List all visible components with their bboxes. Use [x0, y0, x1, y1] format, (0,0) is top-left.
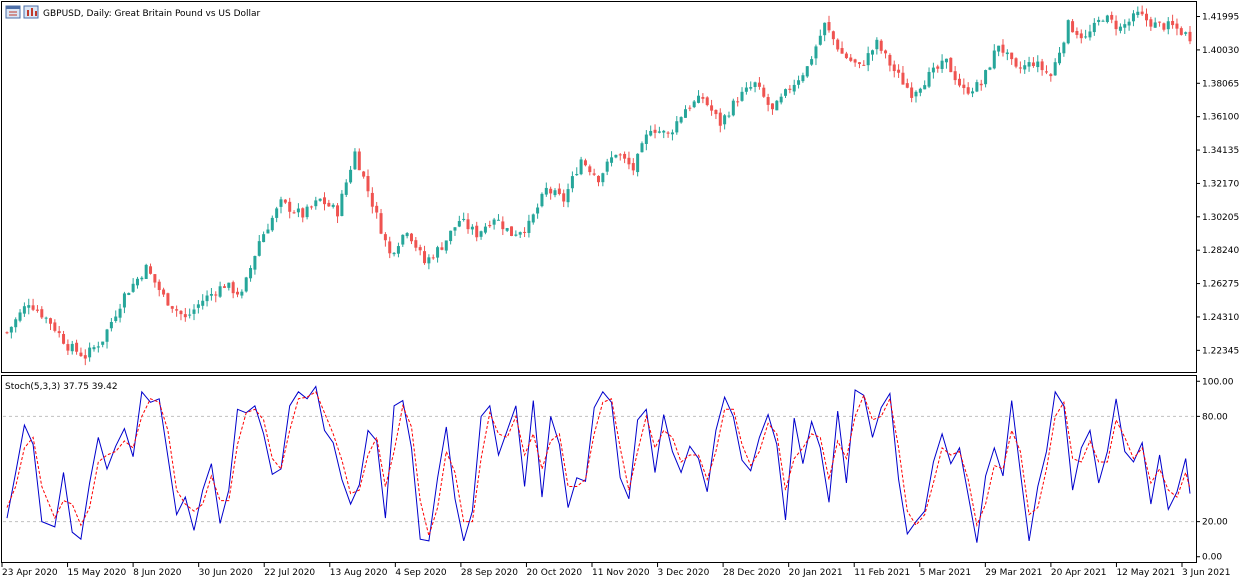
stoch-y-tick-label: 80.00 — [1202, 412, 1228, 422]
stoch-y-tick-label: 0.00 — [1202, 553, 1222, 563]
price-y-tick-label: 1.40030 — [1202, 46, 1239, 56]
price-y-tick-label: 1.30205 — [1202, 213, 1239, 223]
candle — [1066, 19, 1070, 45]
candle — [731, 98, 735, 117]
price-y-tick-label: 1.34135 — [1202, 146, 1239, 156]
x-tick-label: 20 Oct 2020 — [526, 568, 582, 578]
candle — [1014, 57, 1018, 69]
candle — [775, 99, 779, 111]
candle — [144, 263, 148, 279]
price-y-tick-label: 1.22345 — [1202, 346, 1239, 356]
x-tick-label: 12 May 2021 — [1116, 568, 1175, 578]
x-tick-label: 3 Jun 2021 — [1182, 568, 1230, 578]
x-tick-label: 23 Apr 2020 — [2, 568, 58, 578]
candle — [540, 192, 544, 208]
chart-window-icon[interactable] — [5, 5, 21, 19]
candle — [805, 66, 809, 78]
candle — [340, 190, 344, 217]
candle — [510, 226, 514, 237]
time-x-axis: 23 Apr 2020 15 May 2020 8 Jun 2020 30 Jun 2… — [1, 563, 1230, 578]
candle — [949, 57, 953, 73]
price-y-tick-label: 1.28240 — [1202, 246, 1239, 256]
candle — [270, 215, 274, 232]
x-tick-label: 28 Sep 2020 — [461, 568, 518, 578]
x-tick-label: 11 Nov 2020 — [592, 568, 650, 578]
x-tick-label: 8 Jun 2020 — [133, 568, 182, 578]
price-y-tick-label: 1.26275 — [1202, 280, 1239, 290]
x-tick-label: 13 Aug 2020 — [330, 568, 388, 578]
indicator-panel-frame — [1, 375, 1197, 563]
x-tick-label: 3 Dec 2020 — [658, 568, 710, 578]
candle — [357, 148, 361, 171]
x-tick-label: 29 Mar 2021 — [985, 568, 1042, 578]
x-tick-label: 11 Feb 2021 — [854, 568, 910, 578]
price-y-tick-label: 1.41995 — [1202, 13, 1239, 23]
price-y-axis: 1.41995 1.40030 1.38065 1.36100 1.34135 1.321… — [1196, 13, 1239, 356]
price-y-tick-label: 1.36100 — [1202, 113, 1239, 123]
price-y-tick-label: 1.32170 — [1202, 179, 1239, 189]
indicator-label: Stoch(5,3,3) 37.75 39.42 — [5, 382, 118, 392]
stoch-y-tick-label: 20.00 — [1202, 518, 1228, 528]
x-tick-label: 20 Jan 2021 — [789, 568, 843, 578]
stoch-y-axis: 100.00 80.00 20.00 0.00 — [1196, 377, 1234, 563]
x-tick-label: 28 Dec 2020 — [723, 568, 781, 578]
candle — [705, 96, 709, 107]
price-y-tick-label: 1.38065 — [1202, 79, 1239, 89]
x-tick-label: 5 Mar 2021 — [920, 568, 971, 578]
candle — [244, 276, 248, 293]
x-tick-label: 20 Apr 2021 — [1051, 568, 1107, 578]
price-y-tick-label: 1.24310 — [1202, 313, 1239, 323]
candle — [166, 292, 170, 306]
chart-title: GBPUSD, Daily: Great Britain Pound vs US… — [43, 9, 261, 19]
x-tick-label: 4 Sep 2020 — [395, 568, 447, 578]
x-tick-label: 30 Jun 2020 — [199, 568, 253, 578]
x-tick-label: 22 Jul 2020 — [264, 568, 315, 578]
chart-bars-icon[interactable] — [23, 5, 39, 19]
stoch-y-tick-label: 100.00 — [1202, 377, 1234, 387]
x-tick-label: 15 May 2020 — [68, 568, 127, 578]
trading-chart[interactable]: GBPUSD, Daily: Great Britain Pound vs US… — [0, 0, 1244, 579]
candle — [579, 156, 583, 176]
